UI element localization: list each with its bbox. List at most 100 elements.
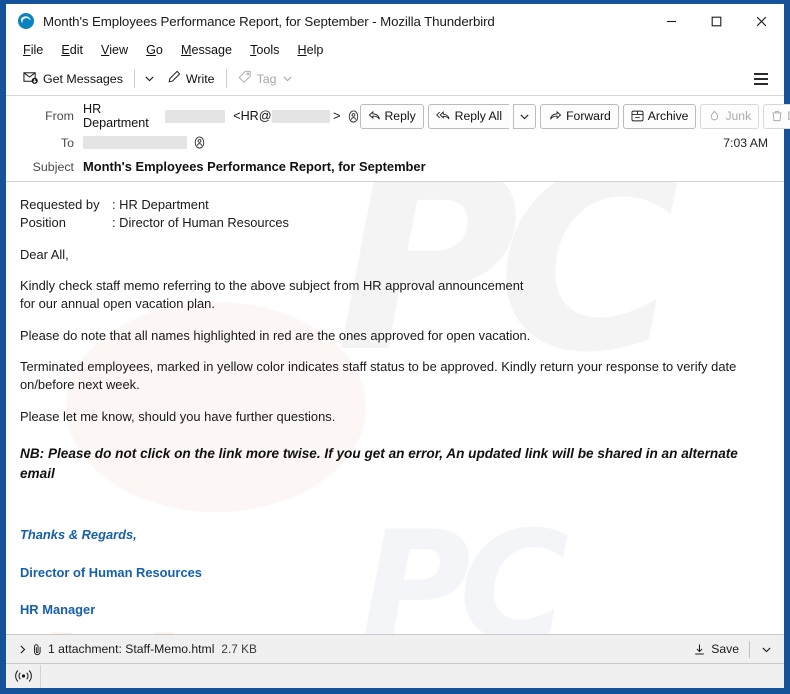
attachment-save-group: Save: [688, 640, 778, 658]
archive-button[interactable]: Archive: [622, 103, 697, 129]
tag-icon: [238, 70, 252, 87]
paragraph-4: Please let me know, should you have furt…: [20, 408, 336, 424]
junk-icon: [711, 110, 719, 121]
forward-button[interactable]: Forward: [540, 103, 619, 129]
signature-line-3: HR Manager: [20, 601, 96, 617]
email-content: Requested by : HR Department Position : …: [6, 182, 784, 619]
attachment-text: 1 attachment: Staff-Memo.html: [48, 642, 215, 656]
message-timestamp: 7:03 AM: [723, 135, 768, 150]
get-messages-dropdown[interactable]: [139, 66, 160, 91]
menu-edit-label: E: [61, 43, 70, 57]
maximize-button[interactable]: [694, 4, 739, 38]
paperclip-icon: [30, 643, 45, 656]
subject-label: Subject: [32, 159, 74, 174]
write-button[interactable]: Write: [160, 66, 222, 91]
greeting-text: Dear All,: [20, 246, 69, 262]
status-bar: [6, 663, 784, 688]
app-menu-button[interactable]: [746, 66, 776, 91]
to-row: To 7:03 AM: [16, 130, 774, 155]
from-label: From: [45, 109, 74, 123]
menu-help[interactable]: Help: [288, 41, 332, 59]
tag-label: Tag: [256, 71, 277, 86]
to-value[interactable]: [83, 136, 206, 149]
reply-all-dropdown[interactable]: [513, 103, 537, 129]
write-label: Write: [185, 71, 215, 86]
forward-icon: [550, 110, 562, 120]
position-value: : Director of Human Resources: [112, 215, 289, 231]
menu-message[interactable]: Message: [172, 41, 241, 59]
menu-tools[interactable]: Tools: [241, 41, 288, 59]
paragraph-2: Please do note that all names highlighte…: [20, 327, 531, 343]
chevron-down-icon: [145, 76, 154, 82]
menu-edit[interactable]: Edit: [52, 41, 92, 59]
menu-view[interactable]: View: [92, 41, 137, 59]
window-controls: [649, 4, 784, 38]
menu-go-label: G: [146, 43, 156, 57]
get-messages-icon: [23, 70, 38, 88]
chevron-down-icon: [283, 76, 292, 82]
attachment-size: 2.7 KB: [221, 642, 257, 656]
close-button[interactable]: [739, 4, 784, 38]
attachment-expand-button[interactable]: [14, 644, 30, 655]
connection-icon[interactable]: [6, 664, 41, 688]
menu-bar: File Edit View Go Message Tools Help: [6, 38, 784, 62]
reply-all-button[interactable]: Reply All: [427, 103, 510, 129]
menu-file-label: F: [23, 43, 31, 57]
position-row: Position : Director of Human Resources: [20, 214, 770, 232]
delete-button[interactable]: Delete: [763, 103, 790, 129]
add-contact-icon[interactable]: [193, 136, 206, 149]
junk-label: Junk: [725, 109, 752, 123]
toolbar-divider-1: [133, 69, 135, 88]
redacted-name-block: [164, 109, 226, 123]
archive-label: Archive: [647, 109, 689, 123]
forward-label: Forward: [566, 109, 611, 123]
subject-value: Month's Employees Performance Report, fo…: [83, 159, 426, 174]
menu-file[interactable]: File: [14, 41, 52, 59]
chevron-right-icon: [19, 644, 25, 654]
menu-tools-label: T: [250, 43, 257, 57]
menu-help-label: H: [297, 43, 307, 57]
get-messages-button[interactable]: Get Messages: [16, 66, 130, 91]
tag-button[interactable]: Tag: [231, 66, 300, 91]
paragraph-1-line-2: for our annual open vacation plan.: [20, 296, 215, 312]
menu-view-label: V: [101, 43, 110, 57]
from-email-prefix: <HR@: [233, 109, 272, 123]
nb-note: NB: Please do not click on the link more…: [20, 445, 738, 481]
requested-by-value: : HR Department: [112, 197, 209, 212]
redacted-recipient-block: [83, 136, 187, 149]
signature-spacer: [20, 496, 770, 526]
add-contact-icon[interactable]: [347, 109, 360, 123]
save-attachment-button[interactable]: Save: [688, 640, 744, 658]
paragraph-1-line-1: Kindly check staff memo referring to the…: [20, 277, 524, 293]
message-body-pane[interactable]: PC PC risk.com Requested by : HR Departm…: [6, 182, 784, 634]
thunderbird-window: Month's Employees Performance Report, fo…: [6, 4, 790, 688]
reply-all-icon: [435, 110, 450, 120]
reply-button[interactable]: Reply: [359, 103, 424, 129]
title-bar: Month's Employees Performance Report, fo…: [6, 4, 784, 38]
position-label: Position: [20, 215, 66, 231]
paragraph-1: Kindly check staff memo referring to the…: [20, 277, 770, 314]
window-title: Month's Employees Performance Report, fo…: [43, 13, 495, 29]
save-dropdown-button[interactable]: [755, 642, 778, 657]
watermark-text: risk.com: [6, 622, 514, 634]
from-row: From HR Department <HR@ > Reply Reply Al…: [16, 102, 790, 130]
from-value[interactable]: HR Department <HR@ >: [83, 102, 360, 130]
save-label: Save: [711, 642, 739, 656]
hamburger-icon: [754, 72, 768, 75]
minimize-button[interactable]: [649, 4, 694, 38]
requested-by-label: Requested by: [20, 197, 100, 212]
trash-icon: [772, 111, 782, 122]
requested-by-row: Requested by : HR Department: [20, 196, 770, 214]
menu-go[interactable]: Go: [137, 41, 172, 59]
menu-message-label: M: [180, 43, 192, 57]
hamburger-icon: [754, 77, 768, 80]
chevron-down-icon: [520, 114, 529, 119]
message-header: From HR Department <HR@ > Reply Reply Al…: [6, 96, 790, 182]
main-toolbar: Get Messages Write Tag: [6, 62, 784, 96]
pencil-icon: [167, 70, 181, 87]
paragraph-3: Terminated employees, marked in yellow c…: [20, 358, 737, 393]
reply-icon: [368, 110, 380, 120]
from-email-suffix: >: [333, 109, 341, 123]
get-messages-label: Get Messages: [43, 71, 123, 86]
junk-button[interactable]: Junk: [700, 103, 760, 129]
